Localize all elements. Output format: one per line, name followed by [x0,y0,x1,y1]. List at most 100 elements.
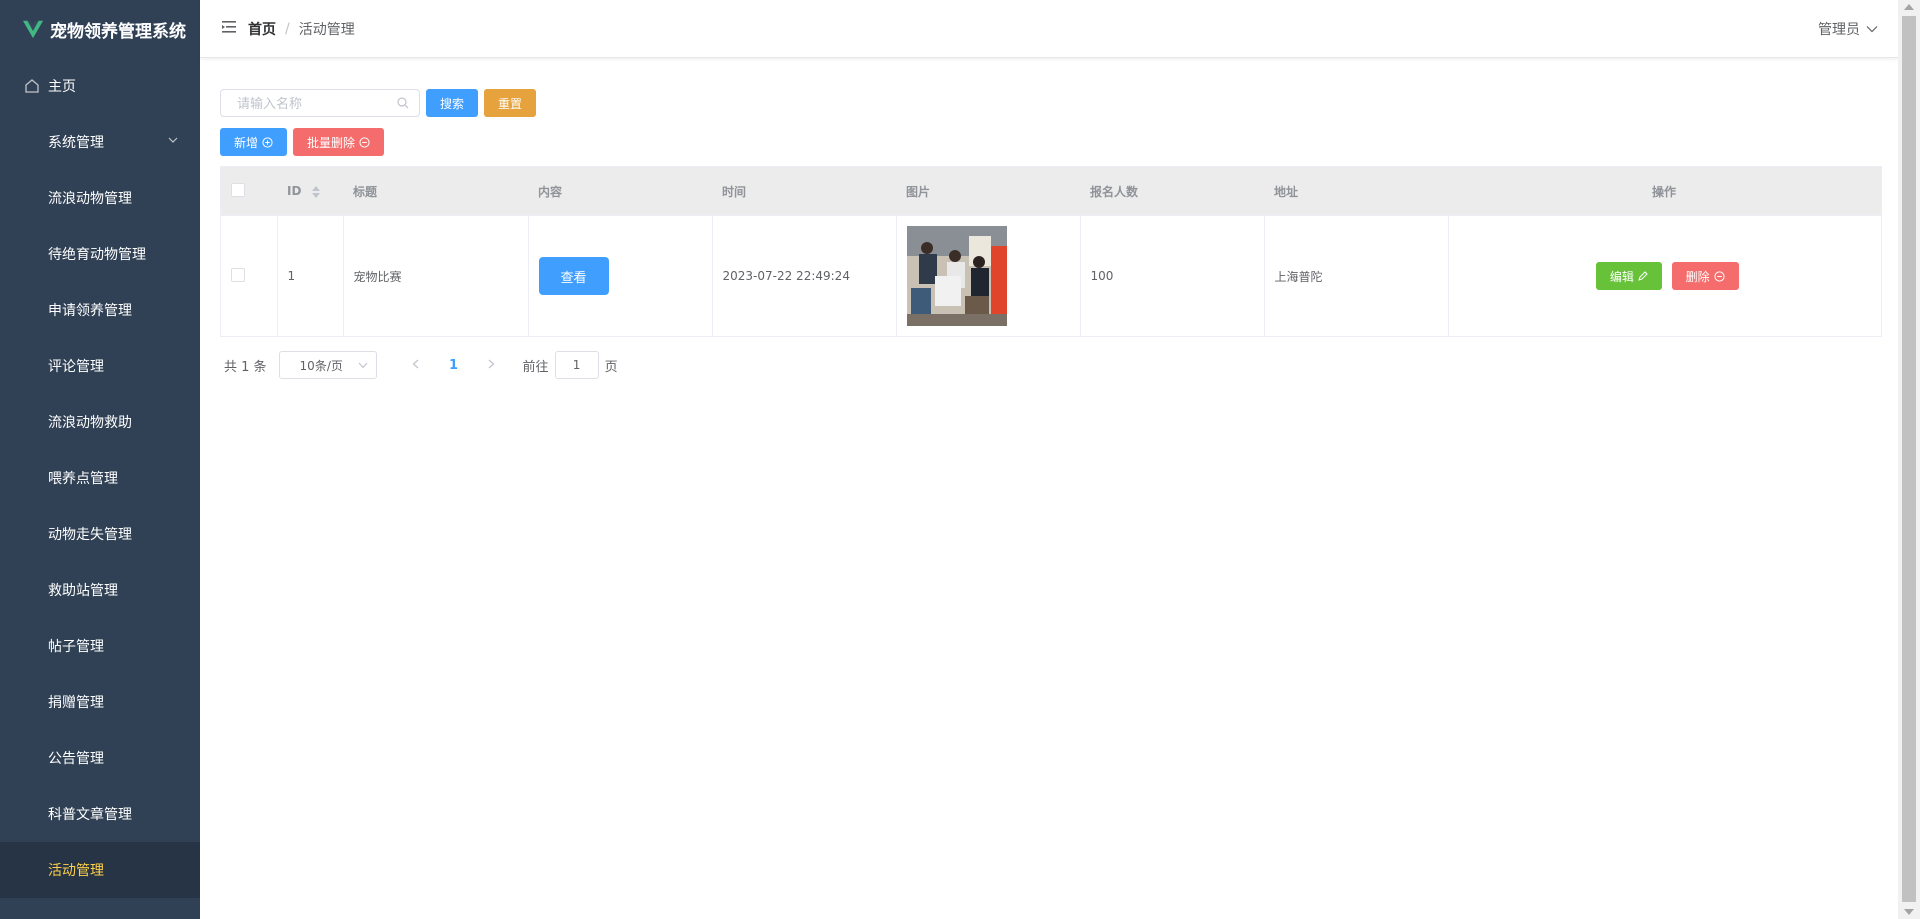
page-jumper: 前往 页 [523,351,618,379]
pagination: 共 1 条 10条/页 1 前往 页 [220,351,1882,379]
grid-icon [24,582,40,598]
breadcrumb-separator: / [285,21,290,37]
grid-icon [24,526,40,542]
grid-icon [24,638,40,654]
row-select-cell [220,215,278,337]
cell-id: 1 [277,215,344,337]
add-button[interactable]: 新增 [220,128,288,156]
select-all-checkbox[interactable] [231,182,245,197]
sidebar-item-posts[interactable]: 帖子管理 [0,618,200,674]
delete-label: 删除 [1685,269,1710,284]
sidebar-item-announcements[interactable]: 公告管理 [0,730,200,786]
top-header: 首页 / 活动管理 管理员 [200,0,1898,58]
circle-plus-icon [262,136,273,148]
sidebar-item-label: 系统管理 [48,135,104,151]
sidebar-item-donations[interactable]: 捐赠管理 [0,674,200,730]
sidebar-item-activities[interactable]: 活动管理 [0,842,200,898]
sidebar-item-label: 主页 [48,79,76,95]
main-content: 搜索 重置 新增 批量删除 ID [220,88,1882,379]
edit-button[interactable]: 编辑 [1595,262,1662,290]
page-size-select[interactable]: 10条/页 [278,351,377,379]
pet-event-image[interactable] [906,226,1007,326]
sidebar-item-rescue-stations[interactable]: 救助站管理 [0,562,200,618]
scroll-up-arrow-icon[interactable] [1904,4,1914,10]
vertical-scrollbar[interactable] [1898,0,1920,919]
table-header-row: ID 标题 内容 时间 图片 报名人数 地址 操作 [220,166,1882,216]
grid-icon [24,414,40,430]
grid-icon [24,750,40,766]
cell-content: 查看 [528,215,713,337]
grid-icon [24,302,40,318]
grid-icon [24,694,40,710]
grid-icon [24,246,40,262]
chevron-right-icon [488,359,495,368]
chevron-left-icon [412,359,419,368]
pagination-total: 共 1 条 [224,359,267,375]
cell-title: 宠物比赛 [343,215,529,337]
search-icon [397,97,409,109]
sort-caret-icon[interactable] [311,185,320,198]
page-size-value: 10条/页 [299,358,343,373]
sidebar-item-sterilization[interactable]: 待绝育动物管理 [0,226,200,282]
sidebar-item-lost-animals[interactable]: 动物走失管理 [0,506,200,562]
cell-time: 2023-07-22 22:49:24 [712,215,897,337]
chevron-down-icon [358,362,367,369]
sidebar-item-label: 流浪动物管理 [48,191,132,207]
batch-delete-label: 批量删除 [307,135,356,150]
breadcrumb: 首页 / 活动管理 [248,19,355,39]
scrollbar-thumb[interactable] [1902,16,1916,902]
grid-icon [24,190,40,206]
reset-button[interactable]: 重置 [484,89,537,117]
column-header-address: 地址 [1264,166,1448,216]
sidebar-item-label: 流浪动物救助 [48,415,132,431]
column-header-id[interactable]: ID [277,166,343,216]
search-input[interactable] [235,91,399,117]
circle-minus-icon [1714,270,1725,282]
home-icon [25,79,39,93]
view-content-button[interactable]: 查看 [538,257,609,295]
row-checkbox[interactable] [231,267,245,282]
breadcrumb-home[interactable]: 首页 [248,19,276,39]
sidebar-item-label: 待绝育动物管理 [48,247,146,263]
user-dropdown[interactable]: 管理员 [1818,19,1878,39]
sidebar-menu: 主页 系统管理 流浪动物管理 待绝育动物管理 申请领养管理 评论管理 流浪动物救… [0,58,200,898]
table-row: 1 宠物比赛 查看 2023-07-22 22:49:24 100 上海普陀 编… [220,215,1882,337]
chevron-down-icon [168,137,178,143]
page-number-current[interactable]: 1 [431,358,477,373]
grid-icon [24,470,40,486]
app-logo[interactable]: 宠物领养管理系统 [0,0,200,58]
sidebar-item-system[interactable]: 系统管理 [0,114,200,170]
batch-delete-button[interactable]: 批量删除 [293,128,385,156]
search-button[interactable]: 搜索 [426,89,479,117]
sidebar-item-stray-animals[interactable]: 流浪动物管理 [0,170,200,226]
column-header-title: 标题 [343,166,528,216]
sidebar-item-feeding-points[interactable]: 喂养点管理 [0,450,200,506]
sidebar-item-comments[interactable]: 评论管理 [0,338,200,394]
prev-page-button[interactable] [401,358,431,373]
sidebar-item-label: 公告管理 [48,751,104,767]
sidebar-item-label: 帖子管理 [48,639,104,655]
sidebar-item-home[interactable]: 主页 [0,58,200,114]
sidebar-item-label: 救助站管理 [48,583,118,599]
user-name: 管理员 [1818,22,1860,38]
column-header-content: 内容 [528,166,712,216]
grid-icon [24,358,40,374]
goto-page-input[interactable] [554,351,599,379]
app-title: 宠物领养管理系统 [50,21,186,42]
delete-button[interactable]: 删除 [1671,262,1739,290]
sidebar: 宠物领养管理系统 主页 系统管理 流浪动物管理 待绝育动物管理 申请领养管理 评… [0,0,200,919]
grid-icon [24,862,40,878]
sidebar-item-label: 评论管理 [48,359,104,375]
sidebar-item-label: 喂养点管理 [48,471,118,487]
sidebar-item-label: 活动管理 [48,863,104,879]
sidebar-item-articles[interactable]: 科普文章管理 [0,786,200,842]
menu-toggle-icon[interactable] [222,20,236,34]
sidebar-item-label: 捐赠管理 [48,695,104,711]
scroll-down-arrow-icon[interactable] [1904,909,1914,915]
sidebar-item-rescue[interactable]: 流浪动物救助 [0,394,200,450]
next-page-button[interactable] [477,358,507,373]
column-header-image: 图片 [896,166,1080,216]
search-toolbar: 搜索 重置 [220,88,1882,118]
cell-image [896,215,1081,337]
sidebar-item-adoption-applications[interactable]: 申请领养管理 [0,282,200,338]
